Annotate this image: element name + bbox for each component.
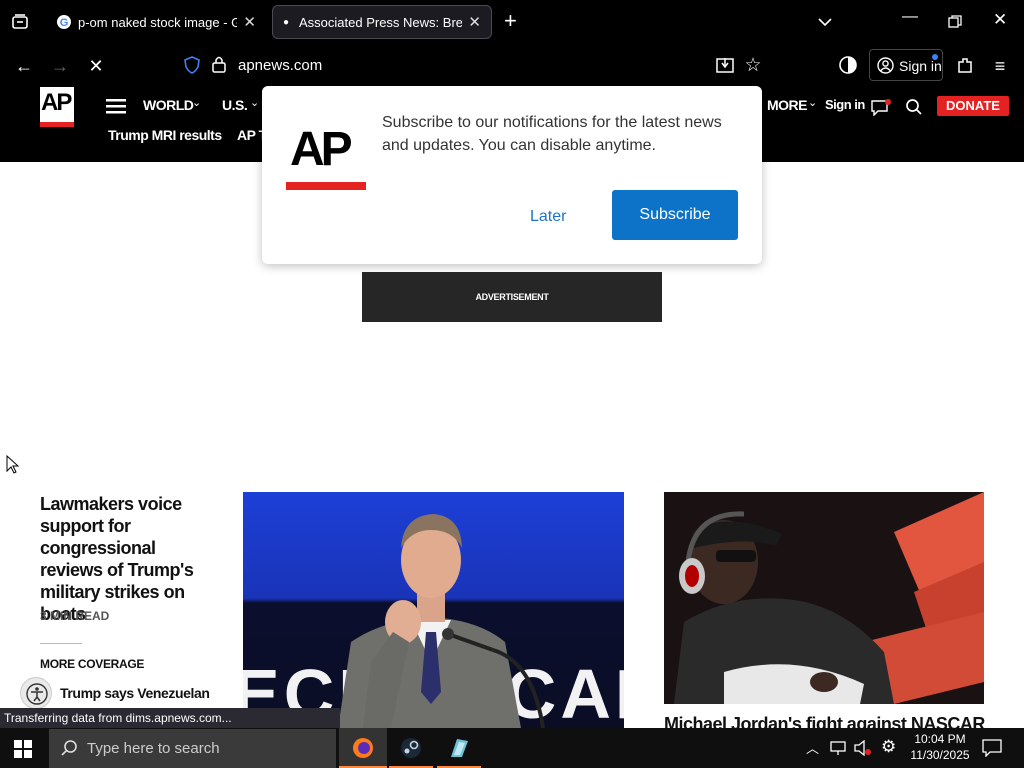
browser-tab-bar: G p-om naked stock image - Goo ✕ ● Assoc… [0, 0, 1024, 44]
taskbar-app[interactable] [437, 728, 481, 768]
windows-start-icon[interactable] [14, 740, 32, 758]
chevron-down-icon: ⌄ [250, 97, 260, 109]
site-sign-in[interactable]: Sign in [825, 97, 865, 112]
system-clock[interactable]: 10:04 PM 11/30/2025 [905, 731, 975, 763]
chevron-down-icon: ⌄ [808, 97, 818, 109]
nav-world[interactable]: WORLD [143, 97, 194, 113]
nav-us[interactable]: U.S. [222, 97, 248, 113]
lead-story-photo[interactable]: ECHNOCAR [243, 492, 624, 728]
firefox-icon [353, 738, 373, 758]
search-icon [61, 740, 77, 756]
window-close-icon[interactable]: ✕ [993, 10, 1007, 30]
popup-message: Subscribe to our notifications for the l… [382, 114, 722, 154]
tab-close-icon[interactable]: ✕ [243, 13, 256, 31]
tab-overview-icon[interactable] [11, 13, 29, 31]
back-icon[interactable]: ← [12, 54, 36, 78]
taskbar-search-input[interactable]: Type here to search [49, 729, 336, 768]
browser-nav-bar: ← → ✕ ☆ Sign in ≡ [0, 44, 1024, 88]
search-icon[interactable] [905, 98, 923, 116]
tab-google-images[interactable]: G p-om naked stock image - Goo ✕ [46, 5, 266, 39]
chevron-down-icon: ⌄ [192, 97, 202, 109]
donate-button[interactable]: DONATE [937, 96, 1009, 116]
related-headline[interactable]: Trump says Venezuelan [60, 684, 220, 702]
network-icon[interactable] [830, 740, 846, 756]
tray-chevron-up-icon[interactable]: ︿ [806, 738, 819, 757]
tab-list-chevron-icon[interactable] [817, 14, 833, 30]
popup-ap-logo: AP [286, 122, 368, 190]
tab-apnews[interactable]: ● Associated Press News: Breakin ✕ [272, 5, 492, 39]
browser-sign-in-label: Sign in [899, 58, 942, 74]
site-menu-icon[interactable] [106, 98, 126, 114]
account-icon [877, 57, 894, 74]
stop-icon[interactable]: ✕ [84, 54, 108, 78]
app-icon [451, 739, 468, 757]
second-story-photo[interactable] [664, 492, 984, 704]
ap-logo[interactable]: AP [40, 87, 74, 127]
popup-logo-text: AP [290, 123, 353, 176]
subscribe-button[interactable]: Subscribe [612, 190, 738, 240]
theme-toggle-icon[interactable] [838, 55, 858, 75]
shield-icon[interactable] [184, 56, 200, 74]
chat-comments-icon[interactable] [870, 98, 892, 116]
notification-prompt: AP Subscribe to our notifications for th… [262, 86, 762, 264]
bookmark-star-icon[interactable]: ☆ [741, 54, 765, 78]
steam-icon [401, 738, 421, 758]
later-button[interactable]: Later [530, 208, 566, 226]
subnav-trump-mri[interactable]: Trump MRI results [108, 127, 222, 143]
account-button[interactable]: Sign in [869, 49, 943, 81]
read-time: 3 MIN READ [40, 609, 110, 623]
taskbar-firefox[interactable] [339, 728, 387, 768]
forward-icon[interactable]: → [48, 54, 72, 78]
accessibility-button[interactable] [20, 677, 52, 709]
download-icon[interactable] [716, 56, 734, 74]
nav-more[interactable]: MORE [767, 97, 808, 113]
loading-dot-icon: ● [283, 16, 290, 28]
ap-logo-text: AP [41, 89, 72, 116]
tab-title: p-om naked stock image - Goo [78, 14, 238, 30]
new-tab-icon[interactable]: + [504, 8, 517, 34]
lead-headline[interactable]: Lawmakers voice support for congressiona… [40, 493, 220, 625]
lock-icon[interactable] [212, 55, 226, 73]
tab-title: Associated Press News: Breakin [299, 14, 463, 30]
settings-gear-icon[interactable]: ⚙ [881, 737, 896, 757]
url-bar[interactable]: apnews.com [238, 57, 322, 74]
google-icon: G [57, 15, 71, 29]
tab-close-icon[interactable]: ✕ [468, 13, 481, 31]
restore-icon[interactable] [948, 15, 962, 29]
clock-date: 11/30/2025 [910, 748, 970, 762]
extensions-icon[interactable] [956, 56, 974, 74]
browser-status-bar: Transferring data from dims.apnews.com..… [0, 708, 340, 728]
svg-text:G: G [60, 17, 69, 29]
advertisement-banner[interactable]: ADVERTISEMENT [362, 272, 662, 322]
notification-dot [932, 54, 938, 60]
menu-hamburger-icon[interactable]: ≡ [988, 54, 1012, 78]
clock-time: 10:04 PM [914, 732, 966, 746]
action-center-icon[interactable] [982, 739, 1002, 757]
taskbar-steam[interactable] [389, 728, 433, 768]
more-coverage-label: MORE COVERAGE [40, 657, 145, 671]
minimize-icon[interactable]: — [902, 8, 918, 26]
divider [40, 643, 82, 644]
mouse-cursor-icon [6, 455, 20, 474]
volume-muted-icon[interactable] [854, 740, 872, 756]
accessibility-icon [26, 683, 48, 705]
